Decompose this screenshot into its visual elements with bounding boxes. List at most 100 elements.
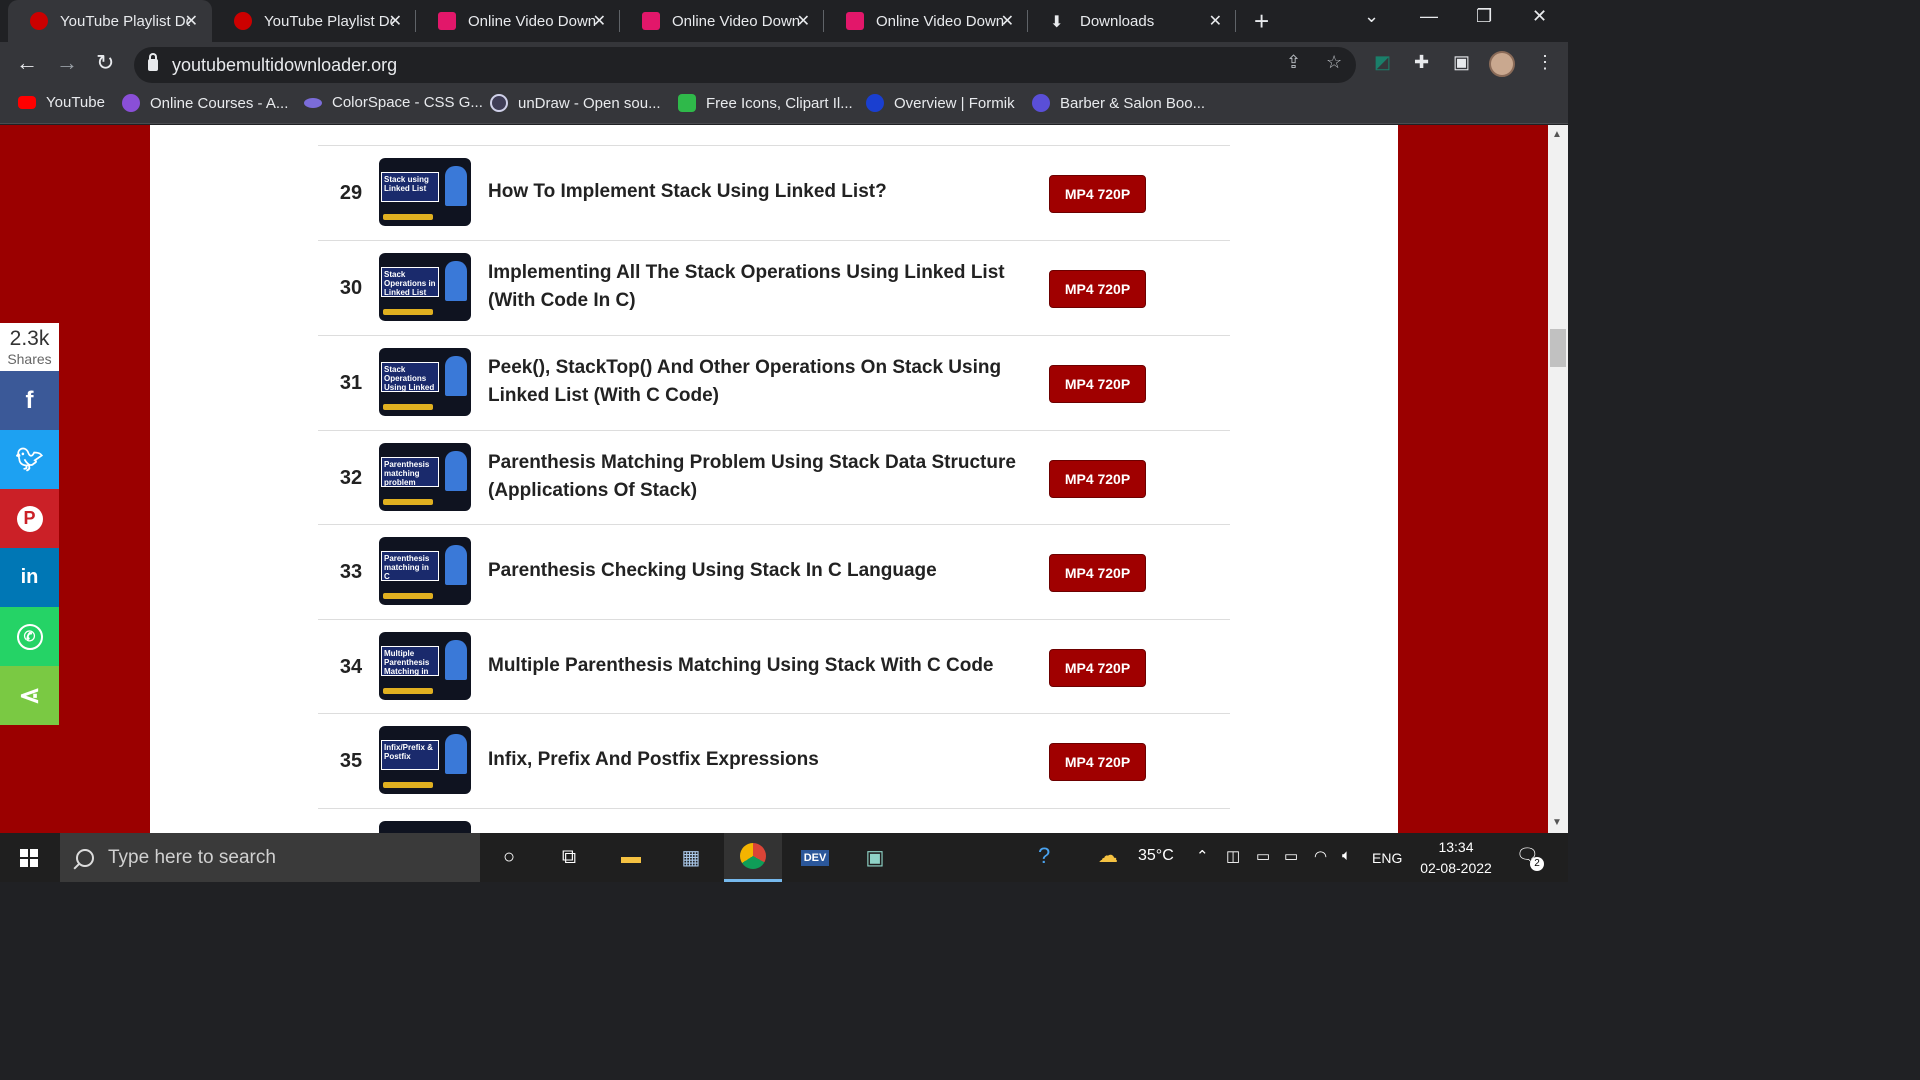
download-mp4-button[interactable]: MP4 720P [1049,649,1146,687]
restore-icon[interactable]: ❐ [1476,6,1492,27]
video-title: Peek(), StackTop() And Other Operations … [488,357,1002,406]
wifi-icon[interactable]: ◠ [1314,847,1327,865]
volume-icon[interactable]: 🔈︎ [1342,847,1351,864]
tab-favicon [30,12,48,30]
download-mp4-button[interactable]: MP4 720P [1049,554,1146,592]
meet-now-icon[interactable]: ◫ [1226,847,1240,865]
devcpp-icon[interactable]: DEV [786,833,844,882]
bookmark-colorspace[interactable]: ColorSpace - CSS G... [304,94,483,111]
tab-5[interactable]: Online Video Down ✕ [824,0,1028,42]
twitter-share-button[interactable]: 🐦︎ [0,430,59,489]
download-mp4-button[interactable]: MP4 720P [1049,270,1146,308]
tab-1[interactable]: YouTube Playlist Do ✕ [8,0,212,42]
extension-icon[interactable]: ◩ [1374,52,1391,73]
linkedin-icon: in [20,566,39,588]
minimize-icon[interactable]: — [1420,6,1438,27]
download-mp4-button[interactable]: MP4 720P [1049,365,1146,403]
bookmark-barber-salon[interactable]: Barber & Salon Boo... [1032,94,1205,112]
download-mp4-button[interactable]: MP4 720P [1049,175,1146,213]
scrollbar-thumb[interactable] [1550,329,1566,367]
tab-search-icon[interactable]: ⌄ [1364,6,1379,27]
thumbnail-tag [383,782,433,788]
bookmark-formik[interactable]: Overview | Formik [866,94,1015,112]
bookmark-star-icon[interactable]: ☆ [1326,52,1342,73]
share-more-button[interactable]: ⋖ [0,666,59,725]
menu-kebab-icon[interactable]: ⋮ [1536,52,1554,73]
share-page-icon[interactable]: ⇪ [1286,52,1301,73]
thumbnail-text: Multiple Parenthesis Matching in C [381,646,439,676]
lock-icon[interactable] [148,53,158,71]
video-title: Infix, Prefix And Postfix Expressions [488,749,819,770]
help-icon[interactable]: ? [1038,843,1050,869]
battery-icon[interactable]: ▭ [1284,847,1298,865]
close-tab-icon[interactable]: ✕ [389,11,402,31]
table-row: 34 Multiple Parenthesis Matching in C Mu… [318,620,1230,714]
tab-favicon [642,12,660,30]
bookmark-label: unDraw - Open sou... [518,94,661,112]
video-thumbnail: Stack Operations in Linked List [379,253,471,321]
icons8-icon [678,94,696,112]
download-mp4-button[interactable]: MP4 720P [1049,460,1146,498]
side-panel-icon[interactable]: ▣ [1453,52,1470,73]
cortana-icon[interactable]: ○ [480,833,538,882]
taskbar-search[interactable]: Type here to search [60,833,480,882]
tab-separator [1235,10,1236,32]
close-tab-icon[interactable]: ✕ [185,11,198,31]
windows-start-icon[interactable] [20,849,38,867]
forward-icon[interactable]: → [56,50,78,76]
show-hidden-icons-icon[interactable]: ⌃ [1196,847,1209,865]
pinterest-icon: P [16,505,43,532]
close-tab-icon[interactable]: ✕ [1209,11,1222,31]
profile-avatar[interactable] [1489,51,1515,77]
video-thumbnail: Stack using Linked List [379,158,471,226]
presenter-image [445,166,467,206]
bookmark-free-icons[interactable]: Free Icons, Clipart Il... [678,94,853,112]
language-indicator[interactable]: ENG [1372,850,1402,866]
close-tab-icon[interactable]: ✕ [593,11,606,31]
facebook-icon: f [25,386,34,414]
share-count: 2.3k Shares [0,323,59,371]
bookmark-online-courses[interactable]: Online Courses - A... [122,94,288,112]
scroll-down-icon[interactable]: ▼ [1552,817,1562,828]
display-icon[interactable]: ▭ [1256,847,1270,865]
app-window-icon[interactable]: ▣ [846,833,904,882]
tab-4[interactable]: Online Video Down ✕ [620,0,824,42]
chrome-icon[interactable] [724,833,782,882]
temperature-text[interactable]: 35°C [1138,847,1174,865]
whatsapp-share-button[interactable]: ✆ [0,607,59,666]
file-explorer-icon[interactable]: ▬ [602,833,660,882]
close-window-icon[interactable]: ✕ [1532,6,1547,27]
tab-favicon [438,12,456,30]
youtube-icon [18,96,36,109]
thumbnail-tag [383,688,433,694]
tab-6[interactable]: ⬇ Downloads ✕ [1028,0,1236,42]
colorspace-icon [304,97,322,108]
page-scrollbar[interactable]: ▲ ▼ [1548,125,1568,833]
scroll-up-icon[interactable]: ▲ [1552,129,1562,140]
weather-icon[interactable]: ☁ [1098,843,1118,868]
close-tab-icon[interactable]: ✕ [797,11,810,31]
tab-title: Downloads [1080,12,1155,30]
tab-3[interactable]: Online Video Down ✕ [416,0,620,42]
bookmark-youtube[interactable]: YouTube [18,94,105,111]
address-bar[interactable]: youtubemultidownloader.org [134,47,1356,83]
taskbar-clock[interactable]: 13:34 02-08-2022 [1410,837,1502,879]
task-view-icon[interactable]: ⧉ [540,833,598,882]
close-tab-icon[interactable]: ✕ [1001,11,1014,31]
reload-icon[interactable]: ↻ [96,50,114,76]
tab-2[interactable]: YouTube Playlist Do ✕ [212,0,416,42]
notification-badge: 2 [1530,857,1544,871]
bookmark-label: Free Icons, Clipart Il... [706,94,853,112]
pinterest-share-button[interactable]: P [0,489,59,548]
facebook-share-button[interactable]: f [0,371,59,430]
share-icon: ⋖ [18,680,41,710]
download-mp4-button[interactable]: MP4 720P [1049,743,1146,781]
new-tab-icon[interactable]: + [1254,6,1269,37]
back-icon[interactable]: ← [16,50,38,76]
thumbnail-tag [383,214,433,220]
video-title: Multiple Parenthesis Matching Using Stac… [488,655,994,676]
bookmark-undraw[interactable]: unDraw - Open sou... [490,94,661,112]
extensions-puzzle-icon[interactable]: ✚ [1414,52,1429,73]
photos-app-icon[interactable]: ▦ [662,833,720,882]
linkedin-share-button[interactable]: in [0,548,59,607]
